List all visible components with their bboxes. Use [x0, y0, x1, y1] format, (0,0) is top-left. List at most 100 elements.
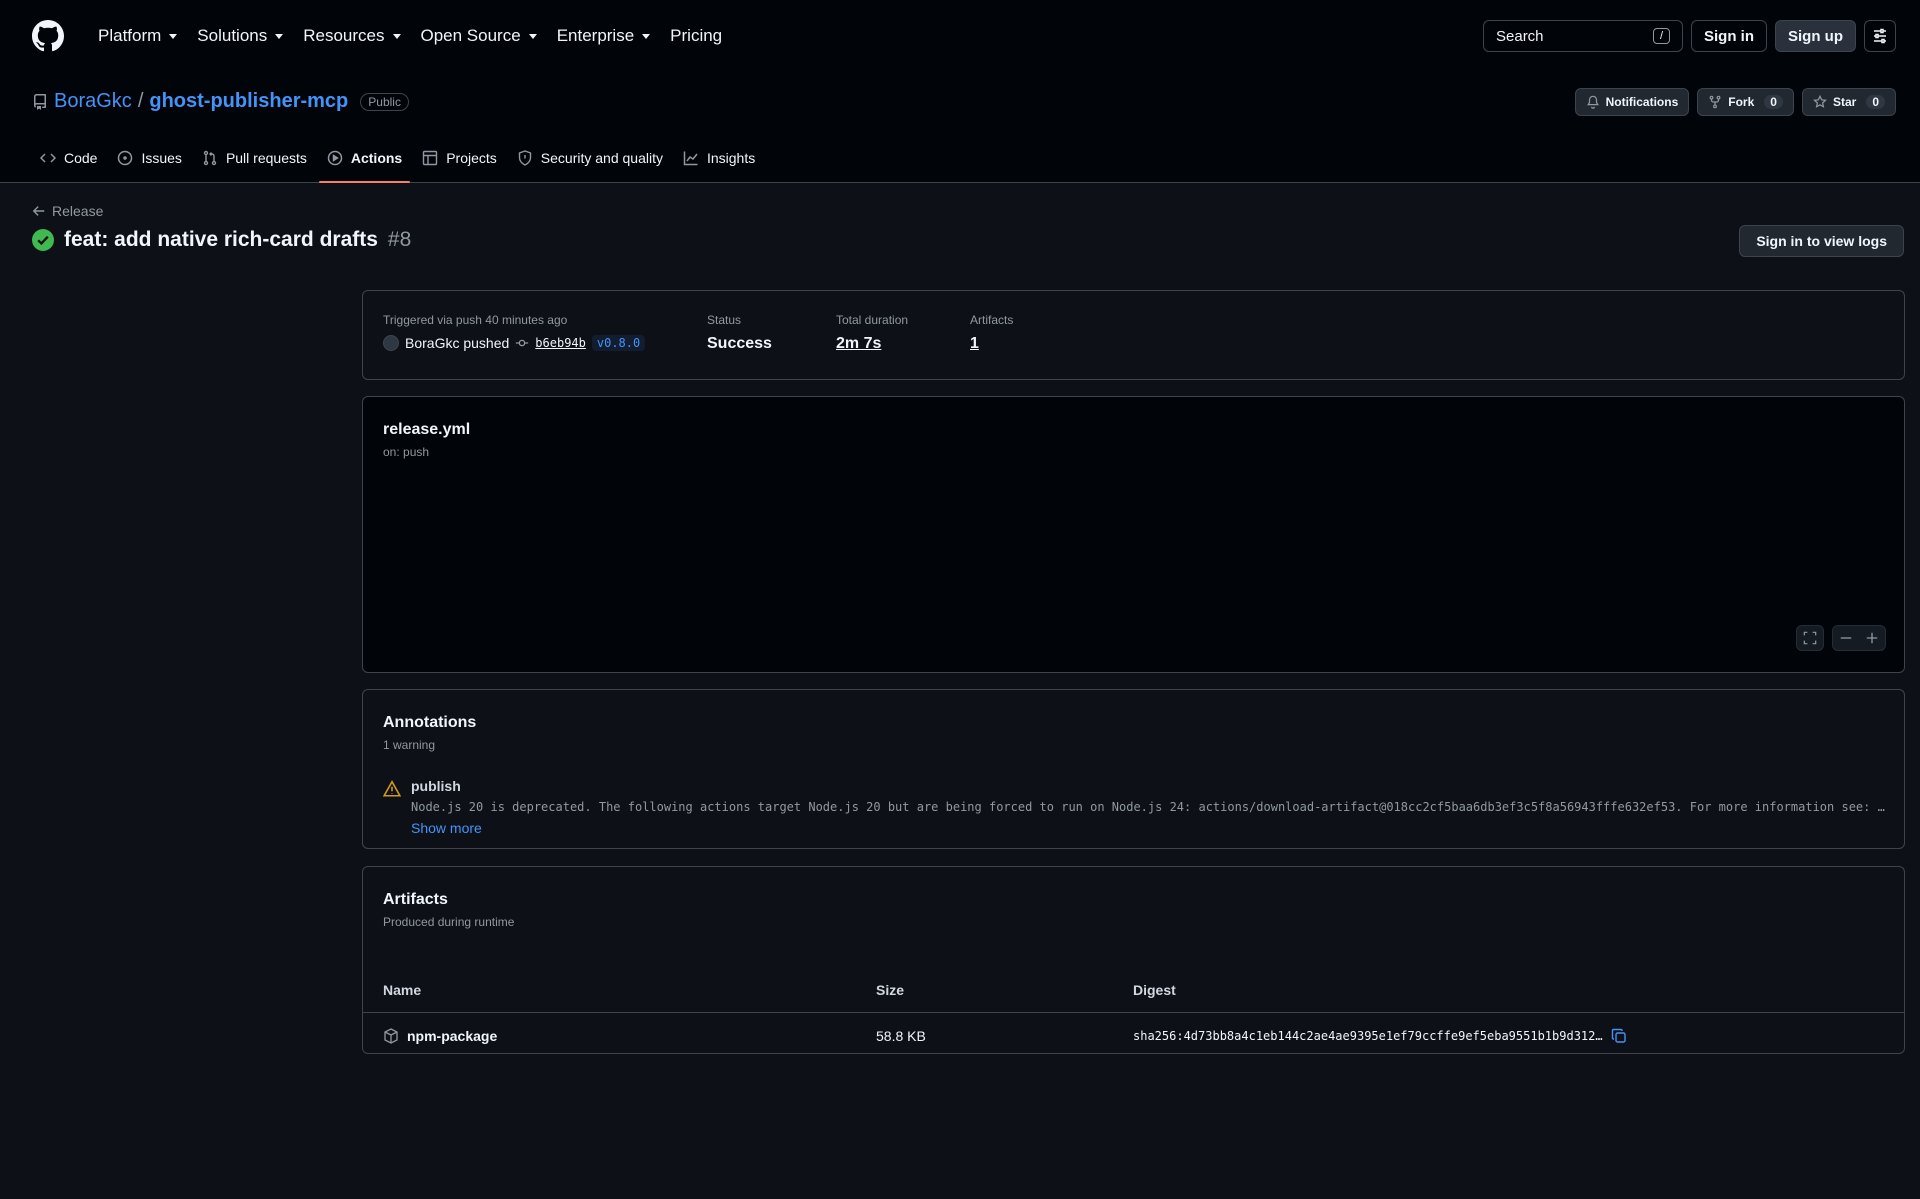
global-header: Platform Solutions Resources Open Source… — [0, 0, 1920, 72]
back-to-workflow-link[interactable]: Release — [32, 203, 103, 219]
zoom-in-button[interactable] — [1859, 626, 1885, 650]
chevron-down-icon — [528, 33, 537, 39]
chevron-down-icon — [275, 33, 284, 39]
appearance-settings-button[interactable] — [1864, 20, 1896, 52]
status-label: Status — [707, 313, 742, 327]
pull-request-icon — [202, 150, 218, 166]
tab-projects[interactable]: Projects — [414, 146, 505, 182]
artifacts-title: Artifacts — [383, 891, 448, 908]
tab-security-label: Security and quality — [540, 150, 663, 166]
avatar[interactable] — [383, 335, 399, 351]
package-icon — [383, 1028, 399, 1044]
back-link-label: Release — [52, 203, 104, 219]
status-info: Status Success — [707, 313, 772, 353]
chevron-down-icon — [392, 33, 401, 39]
star-label: Star — [1832, 95, 1857, 109]
status-value: Success — [707, 335, 772, 352]
sign-in-button[interactable]: Sign in — [1691, 20, 1767, 52]
artifacts-info: Artifacts 1 — [970, 313, 1013, 353]
table-header: Name Size Digest — [363, 967, 1904, 1013]
code-icon — [40, 150, 56, 166]
commit-sha-link[interactable]: b6eb94b — [535, 336, 586, 350]
tab-projects-label: Projects — [446, 150, 497, 166]
table-row: npm-package 58.8 KB sha256:4d73bb8a4c1eb… — [363, 1013, 1904, 1059]
graph-icon — [683, 150, 699, 166]
chevron-down-icon — [169, 33, 178, 39]
repo-header: BoraGkc / ghost-publisher-mcp Public Not… — [0, 72, 1920, 183]
nav-pricing[interactable]: Pricing — [660, 16, 732, 56]
visibility-badge: Public — [360, 92, 409, 111]
column-name-header: Name — [383, 981, 422, 998]
artifact-size: 58.8 KB — [876, 1028, 926, 1044]
annotation-message: Node.js 20 is deprecated. The following … — [411, 800, 1888, 814]
tab-code-label: Code — [64, 150, 98, 166]
sign-in-to-view-logs-button[interactable]: Sign in to view logs — [1739, 225, 1904, 257]
nav-platform-label: Platform — [98, 26, 162, 45]
repo-tabs: Code Issues Pull requests Actions Projec… — [32, 146, 763, 183]
table-icon — [422, 150, 438, 166]
artifacts-label: Artifacts — [970, 313, 1014, 327]
repo-separator: / — [137, 90, 144, 112]
tab-issues[interactable]: Issues — [109, 146, 189, 182]
repo-name-link[interactable]: ghost-publisher-mcp — [149, 90, 348, 113]
nav-solutions[interactable]: Solutions — [187, 16, 293, 56]
nav-resources-label: Resources — [303, 26, 385, 45]
fork-button[interactable]: Fork 0 — [1697, 88, 1794, 116]
tab-security[interactable]: Security and quality — [509, 146, 671, 182]
star-icon — [1813, 95, 1827, 109]
search-label: Search — [1496, 27, 1544, 45]
tab-insights[interactable]: Insights — [675, 146, 763, 182]
run-title-text: feat: add native rich-card drafts — [64, 228, 378, 251]
play-circle-icon — [327, 150, 343, 166]
tab-pull-requests[interactable]: Pull requests — [194, 146, 315, 182]
workflow-file-name: release.yml — [383, 421, 471, 438]
show-more-link[interactable]: Show more — [411, 820, 482, 836]
arrow-left-icon — [32, 204, 46, 218]
nav-pricing-label: Pricing — [670, 26, 723, 45]
duration-link[interactable]: 2m 7s — [836, 335, 908, 353]
artifact-digest: sha256:4d73bb8a4c1eb144c2ae4ae9395e1ef79… — [1133, 1028, 1627, 1044]
column-digest-header: Digest — [1133, 981, 1176, 998]
fork-icon — [1708, 95, 1722, 109]
nav-resources[interactable]: Resources — [293, 16, 410, 56]
repo-title: BoraGkc / ghost-publisher-mcp Public — [32, 90, 409, 113]
sign-up-button[interactable]: Sign up — [1775, 20, 1856, 52]
nav-open-source[interactable]: Open Source — [411, 16, 547, 56]
tag-label[interactable]: v0.8.0 — [591, 335, 646, 351]
artifacts-count-link[interactable]: 1 — [970, 335, 1013, 353]
commit-icon — [515, 336, 529, 350]
repo-owner-link[interactable]: BoraGkc — [54, 90, 132, 113]
tab-actions[interactable]: Actions — [318, 146, 411, 183]
zoom-out-button[interactable] — [1833, 626, 1859, 650]
run-summary: Triggered via push 40 minutes ago BoraGk… — [362, 290, 1905, 380]
search-input[interactable]: Search / — [1483, 20, 1683, 52]
fullscreen-button[interactable] — [1796, 625, 1824, 651]
tab-code[interactable]: Code — [32, 146, 105, 182]
alert-icon — [383, 780, 401, 798]
artifacts-panel: Artifacts Produced during runtime Name S… — [362, 866, 1905, 1054]
annotation-job-name: publish — [411, 778, 461, 794]
nav-platform[interactable]: Platform — [88, 16, 187, 56]
annotations-count: 1 warning — [383, 738, 436, 752]
chevron-down-icon — [642, 33, 651, 39]
fullscreen-icon — [1797, 626, 1823, 650]
trigger-text: Triggered via push 40 minutes ago — [383, 313, 568, 327]
artifacts-table: Name Size Digest npm-package 58.8 KB sha… — [363, 967, 1904, 1059]
annotations-panel: Annotations 1 warning publish Node.js 20… — [362, 689, 1905, 849]
shield-icon — [517, 150, 533, 166]
star-count: 0 — [1866, 95, 1885, 109]
notifications-label: Notifications — [1605, 95, 1679, 109]
artifact-name: npm-package — [407, 1028, 498, 1044]
nav-enterprise[interactable]: Enterprise — [547, 16, 660, 56]
github-logo-icon[interactable] — [32, 20, 64, 52]
tab-pull-requests-label: Pull requests — [225, 150, 307, 166]
workflow-trigger: on: push — [383, 445, 430, 459]
issue-icon — [117, 150, 133, 166]
star-button[interactable]: Star 0 — [1801, 88, 1896, 116]
duration-info: Total duration 2m 7s — [836, 313, 908, 353]
artifact-name-link[interactable]: npm-package — [383, 1028, 497, 1044]
artifact-digest-value: sha256:4d73bb8a4c1eb144c2ae4ae9395e1ef79… — [1133, 1029, 1603, 1043]
notifications-button[interactable]: Notifications — [1574, 88, 1690, 116]
copy-icon[interactable] — [1611, 1028, 1627, 1044]
sliders-icon — [1872, 28, 1888, 44]
